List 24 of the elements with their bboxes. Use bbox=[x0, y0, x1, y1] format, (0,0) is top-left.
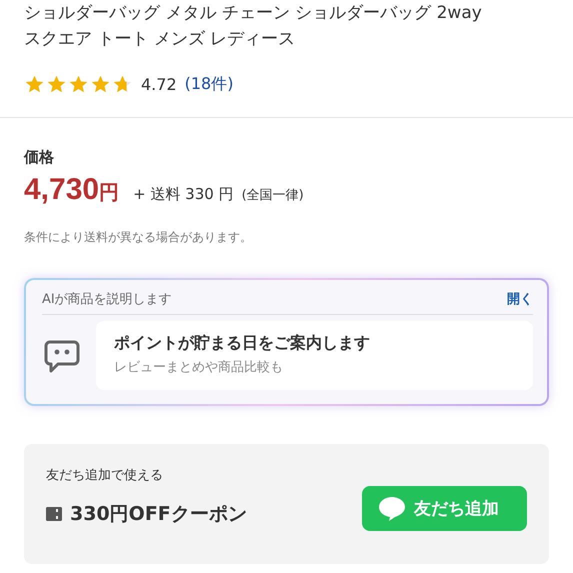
ai-message-card[interactable]: ポイントが貯まる日をご案内します レビューまとめや商品比較も bbox=[96, 321, 533, 390]
coupon-caption: 友だち追加で使える bbox=[46, 467, 164, 484]
shipping-condition: 条件により送料が異なる場合があります。 bbox=[24, 229, 253, 246]
star-icon bbox=[24, 74, 45, 95]
coupon-title: 330円OFFクーポン bbox=[70, 502, 247, 526]
product-title: スクエア トート メンズ レディース bbox=[24, 28, 296, 51]
price-amount: 4,730 bbox=[24, 173, 100, 207]
open-link[interactable]: 開く bbox=[507, 290, 533, 308]
shipping-note: (全国一律) bbox=[242, 187, 304, 204]
star-icon bbox=[90, 74, 111, 95]
ticket-icon bbox=[46, 506, 62, 520]
price-label: 価格 bbox=[24, 148, 55, 167]
price-currency: 円 bbox=[99, 179, 120, 206]
review-count-link[interactable]: (18件) bbox=[184, 74, 234, 95]
ai-summary-heading: AIが商品を説明します bbox=[42, 291, 172, 308]
product-title: ショルダーバッグ メタル チェーン ショルダーバッグ 2way bbox=[24, 2, 483, 25]
ai-message-title: ポイントが貯まる日をご案内します bbox=[114, 333, 371, 354]
star-icon bbox=[68, 74, 89, 95]
ai-message-subtitle: レビューまとめや商品比較も bbox=[114, 359, 284, 376]
star-icon bbox=[46, 74, 67, 95]
rating-value: 4.72 bbox=[141, 75, 177, 94]
chat-bubble-icon bbox=[378, 496, 406, 522]
shipping-fee: + 送料 330 円 bbox=[133, 185, 234, 204]
star-icon bbox=[112, 74, 133, 95]
